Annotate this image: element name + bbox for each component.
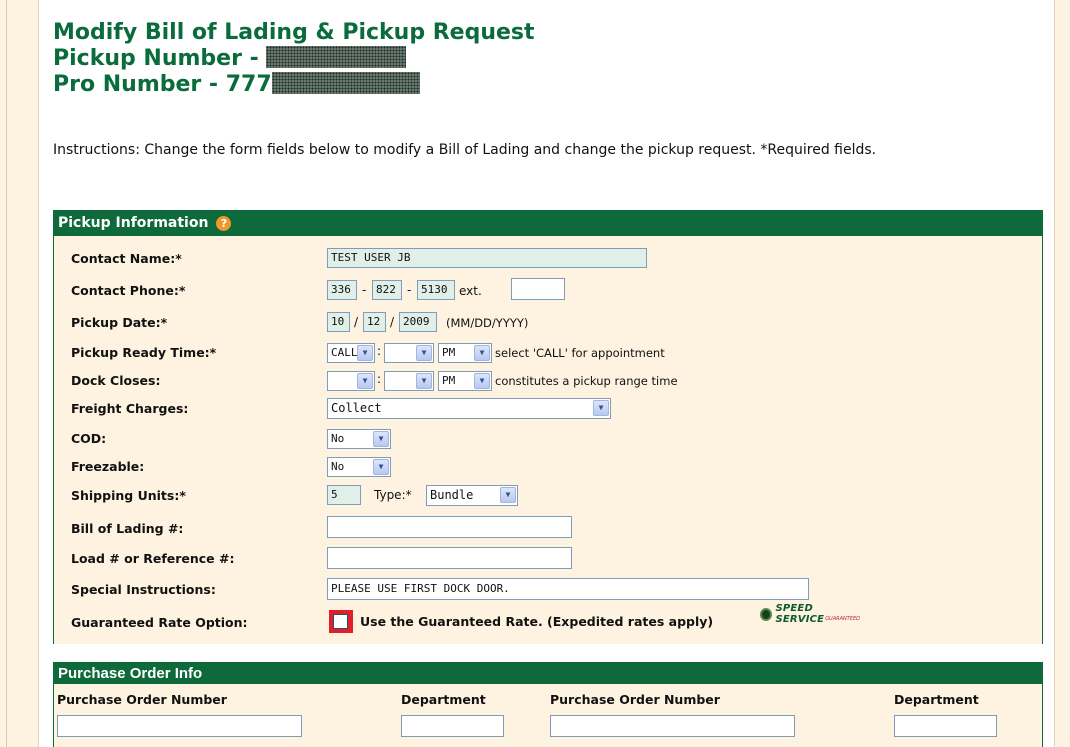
po-section-title: Purchase Order Info [58,664,203,682]
contact-name-label: Contact Name:* [71,251,182,266]
contact-phone-label: Contact Phone:* [71,283,186,298]
speed-service-logo: SPEED SERVICE GUARANTEED [760,603,860,625]
redacted-pickup-number [266,46,407,68]
po-col-header-3: Purchase Order Number [550,692,720,707]
freight-charges-label: Freight Charges: [71,401,189,416]
cod-value: No [331,432,345,445]
ready-hour-select[interactable]: CALL ▼ [327,343,375,363]
main-content: Modify Bill of Lading & Pickup Request P… [38,0,1055,747]
instructions-text: Instructions: Change the form fields bel… [53,142,877,158]
phone-dash-1: - [362,283,367,297]
page-title: Modify Bill of Lading & Pickup Request [53,20,535,45]
pickup-section-title: Pickup Information [58,215,209,231]
po-department-input-1[interactable] [401,715,504,737]
dock-ampm-select[interactable]: PM ▼ [438,371,492,391]
guaranteed-rate-checkbox-highlight [329,610,353,633]
redacted-pro-number [271,72,420,94]
speed-service-logo-tag: GUARANTEED [825,616,860,622]
gear-icon [760,607,773,621]
po-section-body: Purchase Order Number Department Purchas… [53,684,1043,747]
page-titles: Modify Bill of Lading & Pickup Request P… [53,20,535,98]
ready-time-hint: select 'CALL' for appointment [495,346,665,360]
date-slash-2: / [390,315,395,329]
ready-ampm-select[interactable]: PM ▼ [438,343,492,363]
chevron-down-icon: ▼ [373,431,389,447]
shipping-units-input[interactable]: 5 [327,485,361,505]
dock-colon: : [377,372,382,386]
ready-time-label: Pickup Ready Time:* [71,345,217,360]
dock-closes-hint: constitutes a pickup range time [495,374,678,388]
chevron-down-icon: ▼ [474,345,490,361]
left-frame [0,0,38,747]
chevron-down-icon: ▼ [357,373,373,389]
contact-name-input[interactable]: TEST USER JB [327,248,647,268]
chevron-down-icon: ▼ [373,459,389,475]
dock-minute-select[interactable]: ▼ [384,371,434,391]
po-number-input-1[interactable] [57,715,302,737]
shipping-units-label: Shipping Units:* [71,488,186,503]
freight-charges-select[interactable]: Collect ▼ [327,398,611,419]
load-ref-label: Load # or Reference #: [71,551,235,566]
unit-type-label: Type:* [374,488,412,502]
chevron-down-icon: ▼ [416,373,432,389]
guaranteed-rate-label: Guaranteed Rate Option: [71,615,248,630]
freezable-select[interactable]: No ▼ [327,457,391,477]
dock-closes-label: Dock Closes: [71,373,161,388]
unit-type-value: Bundle [430,488,474,502]
ready-minute-select[interactable]: ▼ [384,343,434,363]
phone-prefix-input[interactable]: 822 [372,280,402,300]
pickup-day-input[interactable]: 12 [363,312,386,332]
bol-input[interactable] [327,516,572,538]
chevron-down-icon: ▼ [474,373,490,389]
pickup-year-input[interactable]: 2009 [399,312,437,332]
po-number-input-2[interactable] [550,715,795,737]
help-icon[interactable]: ? [216,215,232,231]
chevron-down-icon: ▼ [500,487,516,503]
guaranteed-rate-checkbox[interactable] [333,614,348,629]
phone-dash-2: - [407,283,412,297]
dock-ampm-value: PM [442,374,456,387]
ready-hour-value: CALL [331,346,358,359]
phone-ext-label: ext. [459,284,482,298]
po-col-header-2: Department [401,692,486,707]
po-section-header: Purchase Order Info [53,662,1043,684]
guaranteed-rate-text: Use the Guaranteed Rate. (Expedited rate… [360,614,714,629]
ready-colon: : [377,344,382,358]
phone-ext-input[interactable] [511,278,565,300]
ready-ampm-value: PM [442,346,456,359]
frame-divider [6,0,7,747]
pro-number-heading: Pro Number - 777 [53,72,535,98]
pickup-month-input[interactable]: 10 [327,312,350,332]
date-slash-1: / [354,315,359,329]
phone-area-input[interactable]: 336 [327,280,357,300]
pickup-section-body: Contact Name:* TEST USER JB Contact Phon… [53,236,1043,644]
pickup-number-label: Pickup Number - [53,46,259,71]
special-instructions-label: Special Instructions: [71,582,216,597]
freezable-label: Freezable: [71,459,145,474]
chevron-down-icon: ▼ [416,345,432,361]
special-instructions-input[interactable]: PLEASE USE FIRST DOCK DOOR. [327,578,809,600]
freight-charges-value: Collect [331,401,382,415]
po-col-header-1: Purchase Order Number [57,692,227,707]
po-department-input-2[interactable] [894,715,997,737]
phone-line-input[interactable]: 5130 [417,280,455,300]
load-ref-input[interactable] [327,547,572,569]
cod-select[interactable]: No ▼ [327,429,391,449]
unit-type-select[interactable]: Bundle ▼ [426,485,518,506]
cod-label: COD: [71,431,107,446]
bol-label: Bill of Lading #: [71,521,184,536]
po-col-header-4: Department [894,692,979,707]
freezable-value: No [331,460,345,473]
pickup-section-header: Pickup Information ? [53,210,1043,236]
dock-hour-select[interactable]: ▼ [327,371,375,391]
date-format-hint: (MM/DD/YYYY) [446,316,529,330]
pro-number-label: Pro Number - 777 [53,72,272,97]
pickup-date-label: Pickup Date:* [71,315,168,330]
chevron-down-icon: ▼ [357,345,373,361]
chevron-down-icon: ▼ [593,400,609,416]
pickup-number-heading: Pickup Number - [53,46,535,72]
